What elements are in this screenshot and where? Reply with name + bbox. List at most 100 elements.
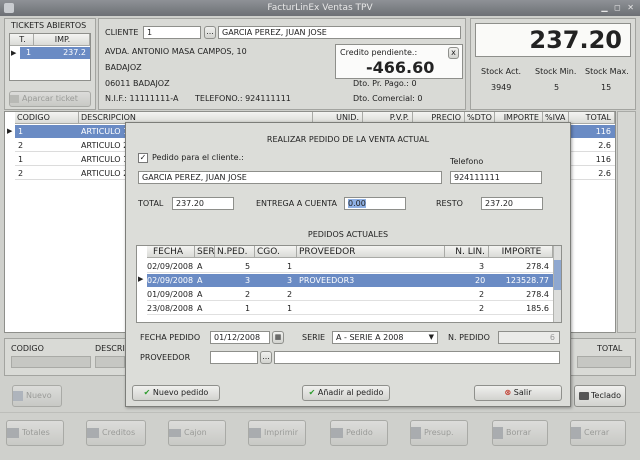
- calendar-icon[interactable]: ▦: [272, 331, 284, 344]
- pedido-importe: 123528.77: [505, 276, 549, 285]
- pedido-importe: 185.6: [526, 304, 549, 313]
- credit-close-button[interactable]: x: [448, 47, 459, 59]
- nuevo-button[interactable]: Nuevo: [12, 385, 62, 407]
- col-codigo[interactable]: CODIGO: [15, 112, 79, 124]
- ped-col-nlin[interactable]: N. LIN.: [445, 246, 489, 258]
- serie-select[interactable]: A - SERIE A 2008 ▼: [332, 331, 438, 344]
- ped-col-nped[interactable]: N.PED.: [215, 246, 255, 258]
- presupuesto-button[interactable]: Presup.: [410, 420, 468, 446]
- dialog-phone-field[interactable]: 924111111: [450, 171, 542, 184]
- total-field[interactable]: [577, 356, 631, 368]
- ped-col-fecha[interactable]: FECHA: [147, 246, 195, 258]
- total-display: 237.20: [475, 23, 631, 57]
- nuevo-pedido-label: Nuevo pedido: [152, 388, 209, 397]
- pedido-cgo: 1: [287, 262, 293, 271]
- client-search-button[interactable]: ...: [204, 26, 216, 39]
- anadir-pedido-button[interactable]: ✔ Añadir al pedido: [302, 385, 390, 401]
- pedido-row[interactable]: 01/09/2008 A 2 2 2 278.4: [147, 288, 553, 301]
- check-icon: ✔: [308, 388, 316, 397]
- pedido-nped: 5: [245, 262, 251, 271]
- park-ticket-button[interactable]: Aparcar ticket: [9, 91, 91, 107]
- credit-popup: Credito pendiente.: x -466.60: [335, 44, 463, 79]
- park-icon: [10, 94, 19, 103]
- pedido-row[interactable]: 02/09/2008 A 5 1 3 278.4: [147, 260, 553, 273]
- pedidos-table[interactable]: FECHA SER N.PED. CGO. PROVEEDOR N. LIN. …: [136, 245, 562, 323]
- resto-label: RESTO: [436, 199, 463, 208]
- row-total: 2.6: [598, 169, 611, 178]
- pedido-fecha: 02/09/2008: [147, 276, 194, 285]
- tickets-panel: TICKETS ABIERTOS T. IMP. ▶ 1 237.2 Aparc…: [4, 18, 96, 110]
- col-total[interactable]: TOTAL: [569, 112, 615, 124]
- cerrar-button[interactable]: Cerrar: [570, 420, 626, 446]
- cajon-label: Cajon: [184, 428, 207, 437]
- dialog-client-name-field[interactable]: GARCIA PEREZ, JUAN JOSE: [138, 171, 442, 184]
- tickets-col-imp[interactable]: IMP.: [34, 34, 90, 46]
- tickets-col-t[interactable]: T.: [10, 34, 34, 46]
- npedido-field[interactable]: 6: [498, 331, 560, 344]
- creditos-button[interactable]: Creditos: [86, 420, 146, 446]
- borrar-label: Borrar: [506, 428, 532, 437]
- row-total: 116: [595, 127, 611, 136]
- codigo-field[interactable]: [11, 356, 91, 368]
- pedido-row[interactable]: 02/09/2008 A 3 3 PROVEEDOR3 20 123528.77: [147, 274, 553, 287]
- row-code: 2: [18, 141, 24, 150]
- descripcion-field[interactable]: [95, 356, 125, 368]
- salir-button[interactable]: ⊗ Salir: [474, 385, 562, 401]
- stock-act-label: Stock Act.: [481, 67, 522, 76]
- nuevo-pedido-button[interactable]: ✔ Nuevo pedido: [132, 385, 220, 401]
- entrega-field[interactable]: 0.00: [344, 197, 406, 210]
- dialog-total-field[interactable]: 237.20: [172, 197, 234, 210]
- presupuesto-label: Presup.: [424, 428, 454, 437]
- pedidos-title: PEDIDOS ACTUALES: [307, 230, 389, 239]
- stock-min-label: Stock Min.: [535, 67, 577, 76]
- teclado-button[interactable]: Teclado: [574, 385, 626, 407]
- resto-field[interactable]: 237.20: [481, 197, 543, 210]
- pedido-ser: A: [197, 276, 203, 285]
- pedido-nped: 1: [245, 304, 251, 313]
- client-checkbox-label: Pedido para el cliente.:: [152, 153, 244, 162]
- window-controls-icon[interactable]: ▁ ◻ ✕: [601, 3, 636, 13]
- cajon-icon: [169, 428, 181, 437]
- ped-col-ser[interactable]: SER: [195, 246, 215, 258]
- row-code: 2: [18, 169, 24, 178]
- client-panel: CLIENTE 1 ... GARCIA PEREZ, JUAN JOSE AV…: [98, 18, 466, 110]
- park-ticket-label: Aparcar ticket: [22, 94, 78, 103]
- row-total: 116: [595, 155, 611, 164]
- client-address: AVDA. ANTONIO MASA CAMPOS, 10: [105, 47, 247, 56]
- proveedor-name-field[interactable]: [274, 351, 560, 364]
- proveedor-code-field[interactable]: [210, 351, 258, 364]
- row-code: 1: [18, 155, 24, 164]
- imprimir-button[interactable]: Imprimir: [248, 420, 306, 446]
- pedido-ser: A: [197, 304, 203, 313]
- cajon-button[interactable]: Cajon: [168, 420, 226, 446]
- tickets-list[interactable]: T. IMP. ▶ 1 237.2: [9, 33, 91, 81]
- total-label: TOTAL: [597, 344, 623, 353]
- footer-toolbar: Totales Creditos Cajon Imprimir Pedido P…: [0, 412, 640, 460]
- ticket-number: 1: [26, 48, 32, 57]
- totales-button[interactable]: Totales: [6, 420, 64, 446]
- pedidos-scroll-thumb[interactable]: [554, 260, 561, 290]
- proveedor-search-button[interactable]: ...: [260, 351, 272, 364]
- client-name-field[interactable]: GARCIA PEREZ, JUAN JOSE: [218, 26, 461, 39]
- ticket-row[interactable]: 1 237.2: [20, 47, 90, 59]
- client-code-field[interactable]: 1: [143, 26, 201, 39]
- ped-col-importe[interactable]: IMPORTE: [489, 246, 553, 258]
- client-checkbox[interactable]: ✓: [138, 153, 148, 163]
- keyboard-icon: [579, 391, 590, 400]
- creditos-icon: [87, 427, 99, 438]
- lines-scrollbar[interactable]: [617, 111, 636, 333]
- pedido-nped: 2: [245, 290, 251, 299]
- borrar-button[interactable]: Borrar: [492, 420, 548, 446]
- pedido-fecha: 02/09/2008: [147, 262, 194, 271]
- ped-col-cgo[interactable]: CGO.: [255, 246, 297, 258]
- credit-label: Credito pendiente.:: [340, 48, 418, 57]
- window-menu-icon[interactable]: [4, 3, 14, 13]
- pedido-button[interactable]: Pedido: [330, 420, 388, 446]
- pedido-row[interactable]: 23/08/2008 A 1 1 2 185.6: [147, 302, 553, 315]
- presupuesto-icon: [411, 426, 421, 439]
- pedido-label: Pedido: [346, 428, 373, 437]
- proveedor-label: PROVEEDOR: [140, 353, 191, 362]
- fecha-pedido-field[interactable]: 01/12/2008: [210, 331, 270, 344]
- stock-min-value: 5: [554, 83, 560, 92]
- ped-col-proveedor[interactable]: PROVEEDOR: [297, 246, 445, 258]
